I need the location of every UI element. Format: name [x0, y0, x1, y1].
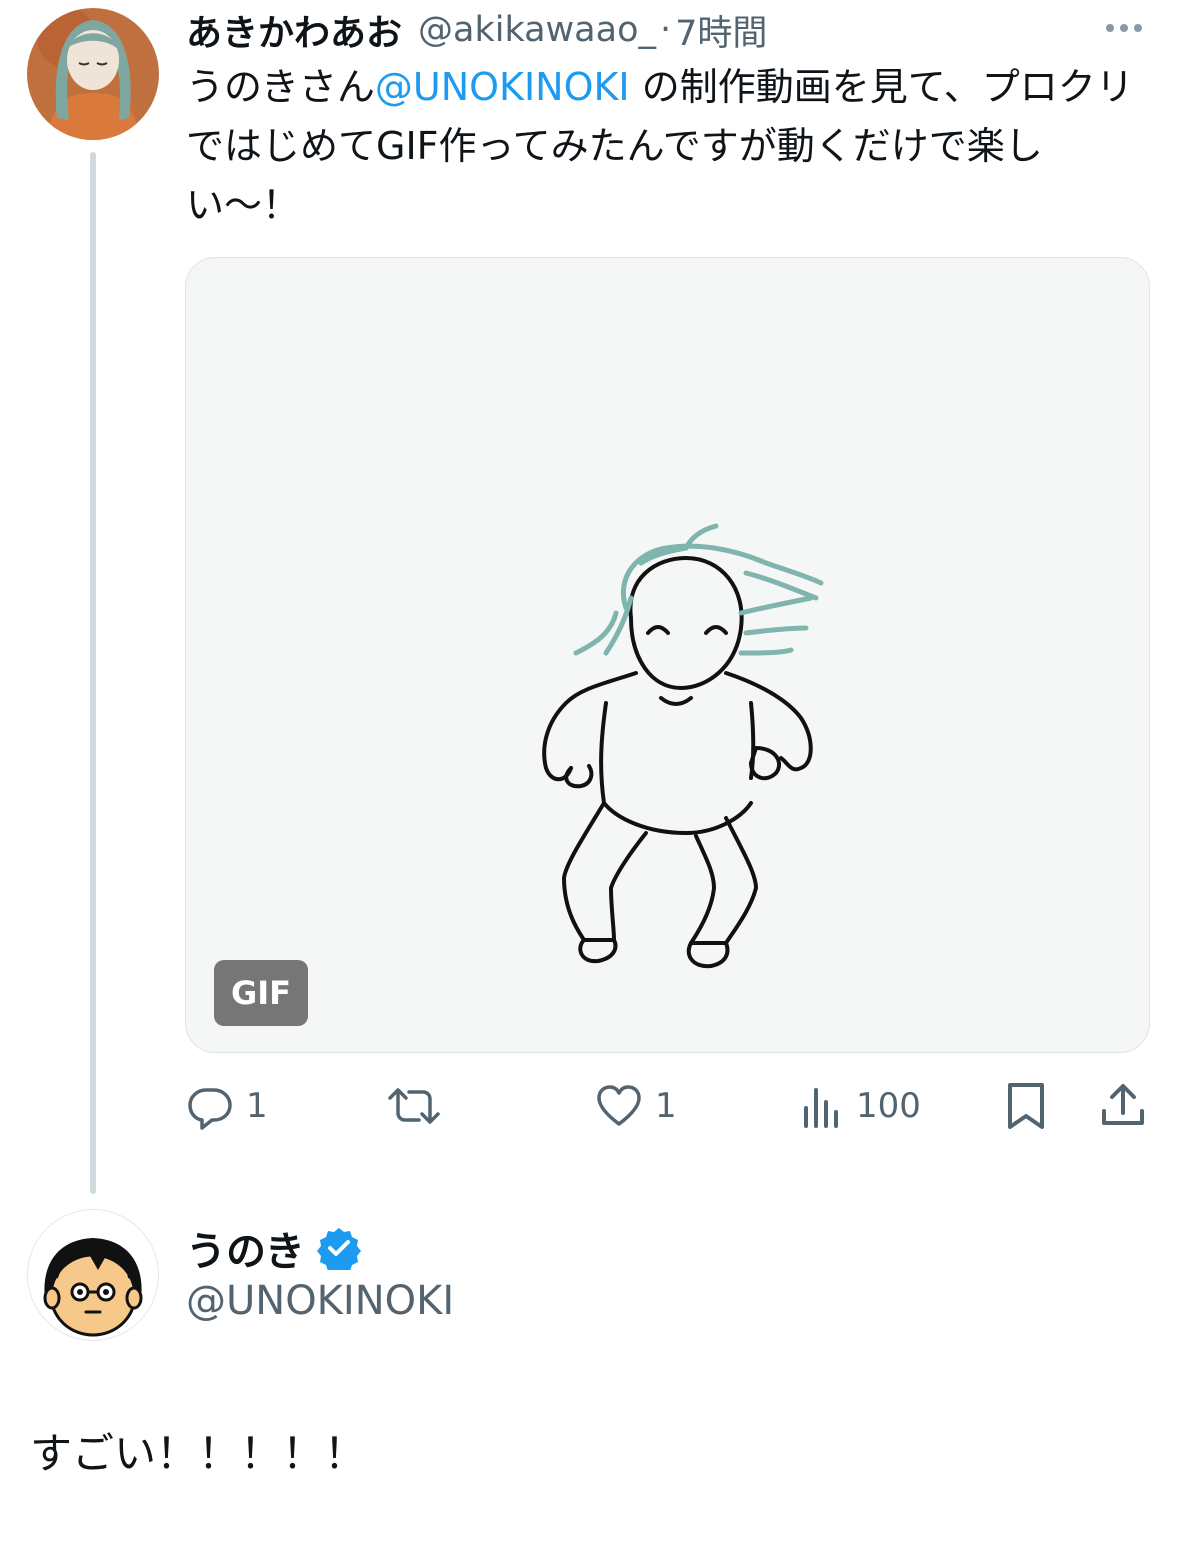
reply-button[interactable]: 1	[186, 1078, 268, 1134]
tweet-text: うのきさん@UNOKINOKI の制作動画を見て、プロクリではじめてGIF作って…	[186, 58, 1146, 235]
more-icon[interactable]	[1100, 10, 1148, 46]
tweet-separator: ·	[660, 10, 672, 50]
views-count: 100	[856, 1086, 921, 1126]
like-button[interactable]: 1	[595, 1078, 677, 1134]
tweet-handle[interactable]: @akikawaao_	[418, 10, 656, 50]
like-count: 1	[655, 1086, 677, 1126]
retweet-icon	[388, 1088, 440, 1124]
bookmark-icon	[1008, 1083, 1044, 1129]
tweet-text-before: うのきさん	[186, 65, 375, 109]
avatar-akikawaao[interactable]	[27, 8, 159, 140]
reply-count: 1	[246, 1086, 268, 1126]
tweet-display-name[interactable]: あきかわあお	[186, 4, 402, 56]
views-button[interactable]: 100	[800, 1078, 921, 1134]
reply-display-name[interactable]: うのき	[186, 1219, 305, 1277]
thread-line	[90, 152, 96, 1194]
gif-badge: GIF	[214, 960, 308, 1026]
tweet-timestamp[interactable]: 7時間	[675, 5, 767, 56]
reply-author: うのき	[186, 1220, 361, 1276]
views-icon	[804, 1088, 838, 1128]
share-icon	[1102, 1084, 1144, 1125]
reply-text: すごい！！！！！	[30, 1429, 367, 1478]
tweet-mention-link[interactable]: @UNOKINOKI	[375, 65, 630, 109]
verified-badge-icon	[316, 1228, 361, 1270]
retweet-button[interactable]	[386, 1078, 442, 1134]
tweet-media-gif[interactable]: GIF	[185, 257, 1150, 1053]
gif-drawing	[542, 523, 824, 969]
bookmark-button[interactable]	[1006, 1078, 1046, 1134]
reply-handle[interactable]: @UNOKINOKI	[186, 1278, 454, 1324]
reply-icon	[188, 1088, 232, 1130]
share-button[interactable]	[1100, 1078, 1146, 1134]
tweet-header: あきかわあお @akikawaao_ · 7時間	[186, 6, 767, 54]
like-icon	[597, 1085, 641, 1126]
avatar-unokinoki[interactable]	[27, 1209, 159, 1341]
